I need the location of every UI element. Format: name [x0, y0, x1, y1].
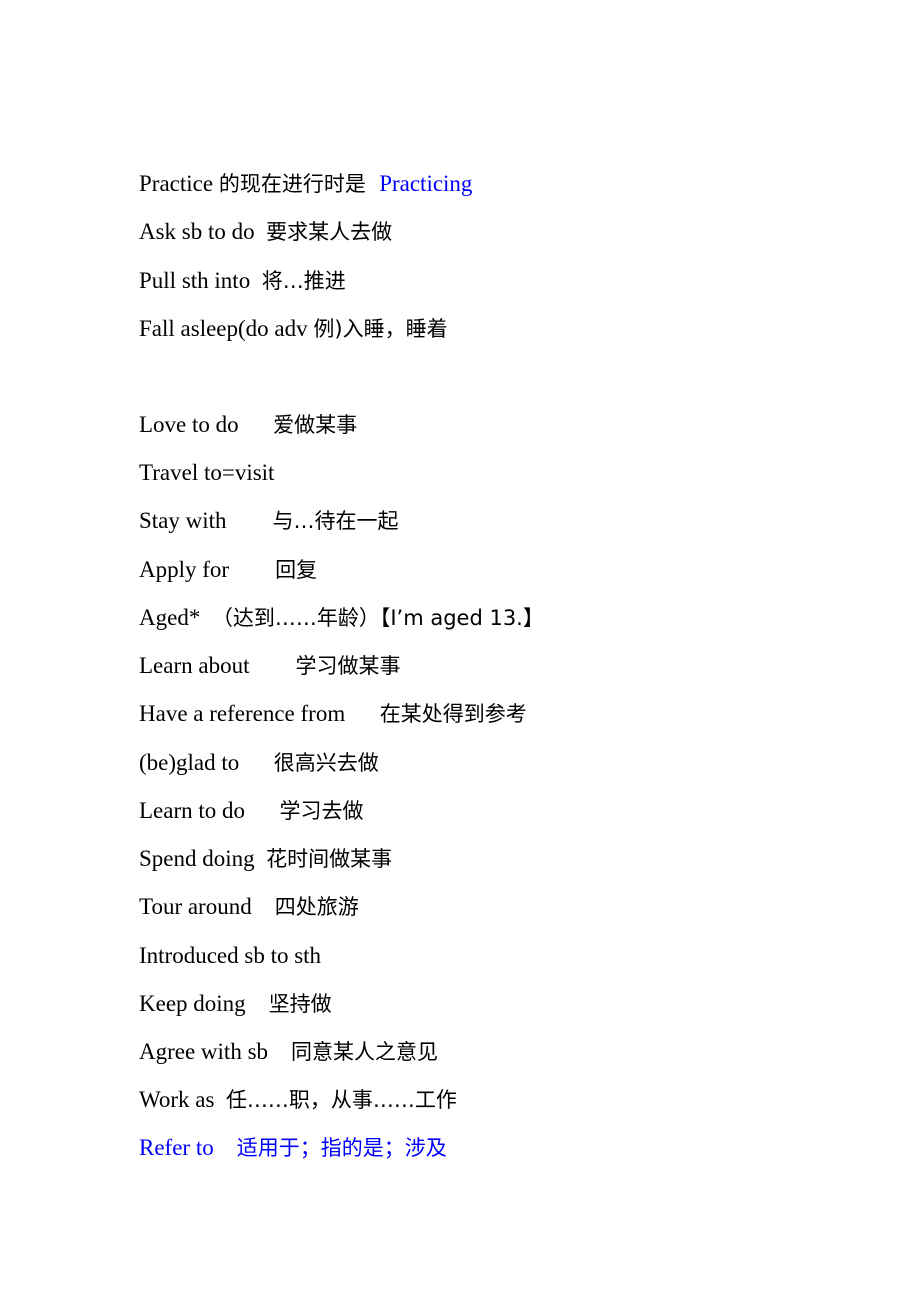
english-phrase: Learn about: [139, 653, 296, 678]
english-phrase: Introduced sb to sth: [139, 943, 322, 968]
english-phrase: Ask sb to do: [139, 219, 267, 244]
english-phrase: Practice: [139, 171, 219, 196]
english-phrase: Refer to: [139, 1135, 237, 1160]
chinese-meaning: 学习做某事: [295, 654, 401, 678]
english-phrase: Work as: [139, 1087, 226, 1112]
chinese-meaning: 爱做某事: [273, 413, 358, 437]
chinese-meaning: 例)入睡，睡着: [313, 317, 448, 341]
chinese-meaning: 要求某人去做: [266, 220, 393, 244]
vocab-line: Practice 的现在进行时是 Practicing: [139, 169, 472, 199]
chinese-meaning: 坚持做: [268, 992, 332, 1016]
chinese-meaning: 在某处得到参考: [379, 702, 527, 726]
english-phrase: Fall asleep(do adv: [139, 316, 314, 341]
vocab-line: Learn to do 学习去做: [139, 796, 364, 826]
english-phrase: Love to do: [139, 412, 274, 437]
chinese-meaning: 花时间做某事: [266, 847, 393, 871]
vocab-line: Introduced sb to sth: [139, 941, 321, 971]
chinese-meaning: 学习去做: [279, 799, 364, 823]
chinese-meaning: 回复: [275, 558, 318, 582]
chinese-meaning: 与…待在一起: [272, 509, 399, 533]
vocab-line: Stay with 与…待在一起: [139, 506, 399, 536]
english-phrase: (be)glad to: [139, 750, 274, 775]
vocab-line-highlighted: Refer to 适用于；指的是；涉及: [139, 1133, 447, 1163]
chinese-meaning: （达到……年龄）【I’m aged 13.】: [211, 606, 544, 630]
english-phrase: Tour around: [139, 894, 275, 919]
vocab-line: Ask sb to do 要求某人去做: [139, 217, 392, 247]
chinese-meaning: 四处旅游: [274, 895, 359, 919]
english-phrase: Apply for: [139, 557, 276, 582]
english-phrase: Agree with sb: [139, 1039, 292, 1064]
vocab-line: Fall asleep(do adv 例)入睡，睡着: [139, 314, 448, 344]
highlighted-answer: Practicing: [379, 171, 473, 196]
vocab-line: Spend doing 花时间做某事: [139, 844, 392, 874]
vocab-line: Tour around 四处旅游: [139, 892, 359, 922]
vocab-line: Have a reference from 在某处得到参考: [139, 699, 527, 729]
english-phrase: Keep doing: [139, 991, 269, 1016]
chinese-meaning: 很高兴去做: [273, 751, 379, 775]
chinese-meaning: 将…推进: [261, 269, 346, 293]
vocab-line: Keep doing 坚持做: [139, 989, 332, 1019]
chinese-meaning: 任……职，从事……工作: [225, 1088, 457, 1112]
chinese-meaning: 同意某人之意见: [291, 1040, 439, 1064]
english-phrase: Have a reference from: [139, 701, 380, 726]
vocab-line: Work as 任……职，从事……工作: [139, 1085, 457, 1115]
vocab-line: Aged* （达到……年龄）【I’m aged 13.】: [139, 603, 544, 633]
english-phrase: Aged*: [139, 605, 212, 630]
vocab-line: (be)glad to 很高兴去做: [139, 748, 379, 778]
vocab-line: Pull sth into 将…推进: [139, 266, 346, 296]
english-phrase: Pull sth into: [139, 268, 262, 293]
chinese-meaning: 的现在进行时是: [218, 172, 380, 196]
vocab-line: Learn about 学习做某事: [139, 651, 400, 681]
english-phrase: Learn to do: [139, 798, 280, 823]
vocab-line: Agree with sb 同意某人之意见: [139, 1037, 438, 1067]
english-phrase: Travel to=visit: [139, 460, 275, 485]
vocab-line: Love to do 爱做某事: [139, 410, 357, 440]
english-phrase: Stay with: [139, 508, 273, 533]
english-phrase: Spend doing: [139, 846, 267, 871]
vocab-line: Travel to=visit: [139, 458, 274, 488]
chinese-meaning: 适用于；指的是；涉及: [236, 1136, 447, 1160]
vocab-line: Apply for 回复: [139, 555, 317, 585]
